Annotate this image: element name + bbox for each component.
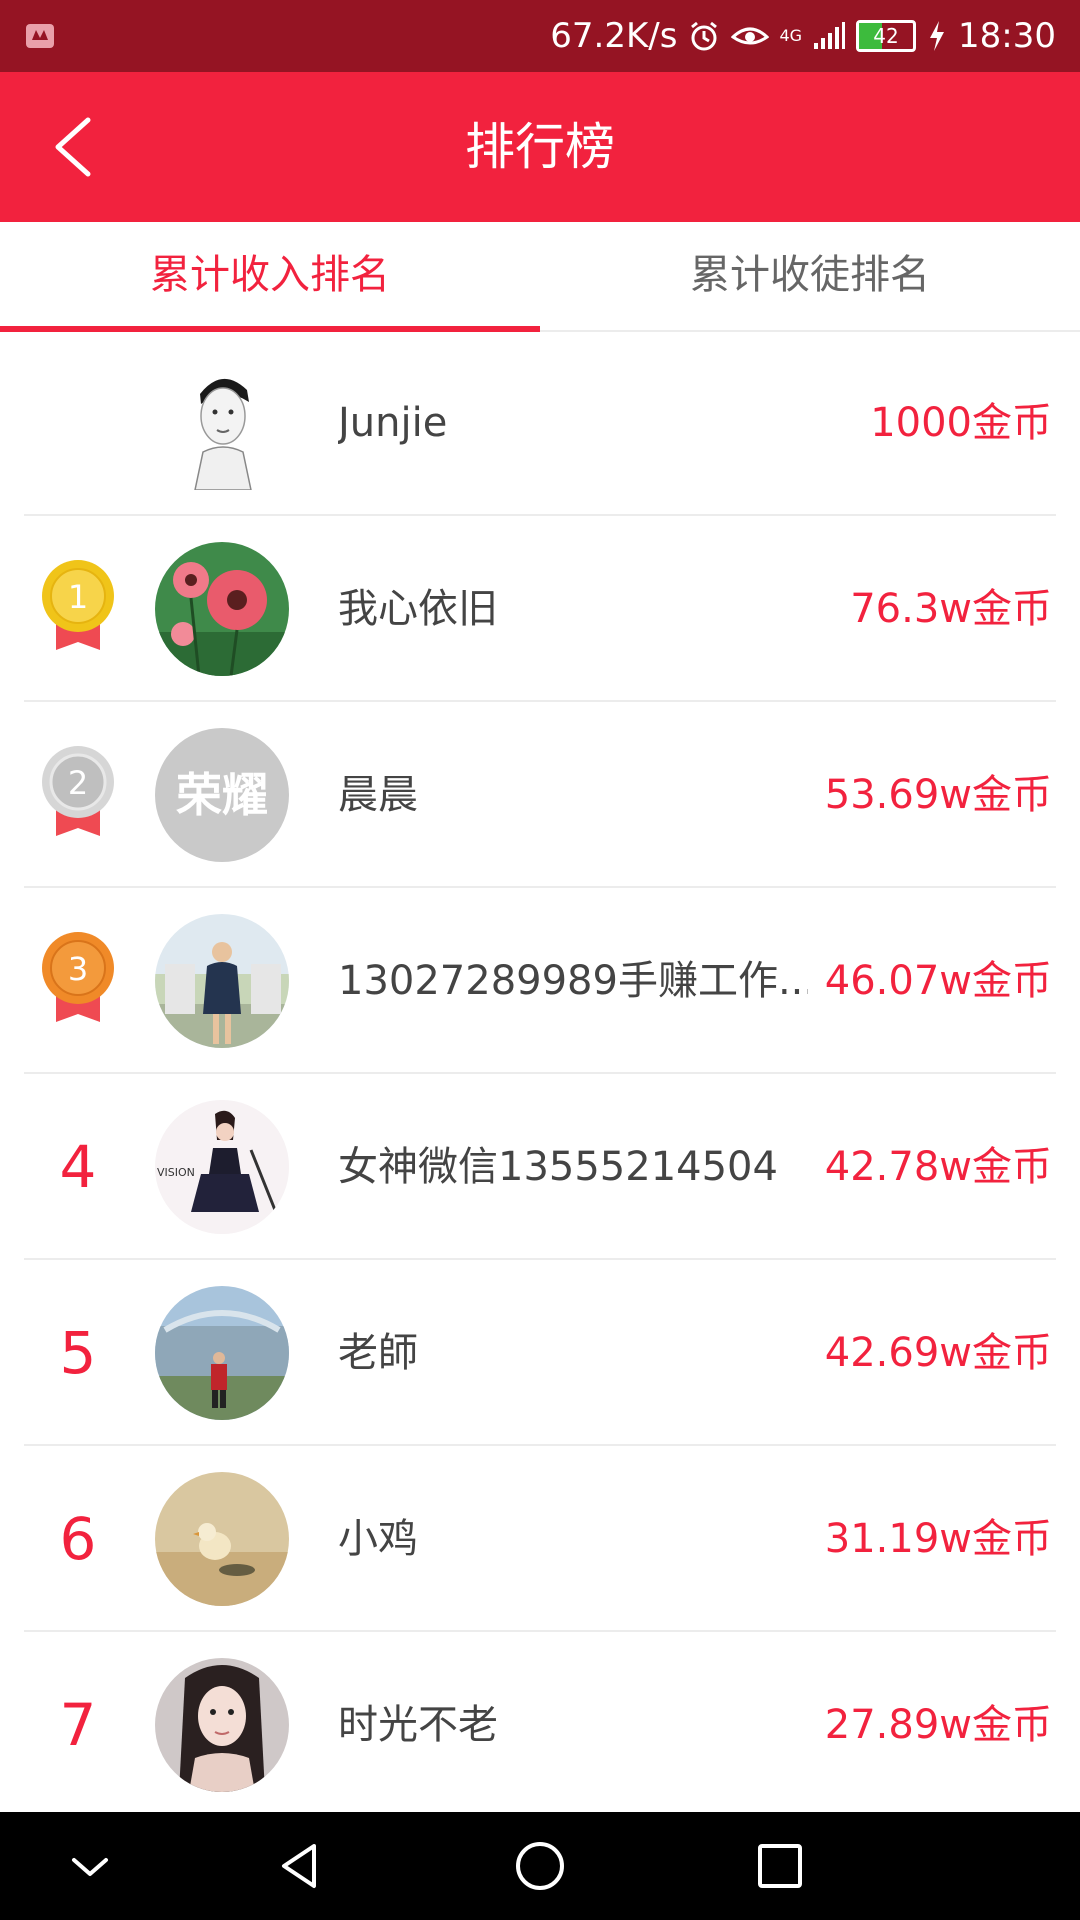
status-right: 67.2K/s 4G 42 18:30 [550, 0, 1056, 72]
battery-icon: 42 [856, 20, 917, 52]
eye-icon [731, 27, 770, 45]
tab-label: 累计收徒排名 [690, 252, 930, 298]
rank-slot: 7 [38, 1632, 118, 1818]
ranking-row[interactable]: 7 时光不老 27.89w金币 [0, 1632, 1080, 1818]
home-circle-icon[interactable] [510, 1836, 570, 1896]
tab-apprentice-ranking[interactable]: 累计收徒排名 [540, 222, 1080, 330]
username: 13027289989手赚工作... [338, 958, 808, 1004]
screen: 67.2K/s 4G 42 18:30 排行榜 累计收入排名 累计收徒排名 Ju… [0, 0, 1080, 1920]
username: 女神微信13555214504 [338, 1144, 778, 1190]
network-type-label: 4G [779, 26, 803, 45]
rank-number: 6 [59, 1505, 97, 1573]
charging-icon [930, 21, 945, 51]
tab-income-ranking[interactable]: 累计收入排名 [0, 222, 540, 330]
username: 时光不老 [338, 1702, 498, 1748]
username: 我心依旧 [338, 586, 498, 632]
ranking-row[interactable]: 4 VISION 女神微信13555214504 42.78w金币 [0, 1074, 1080, 1260]
huawei-icon [26, 24, 54, 48]
ranking-row[interactable]: 1 我心依旧 76.3w金币 [0, 516, 1080, 702]
signal-icon [814, 22, 846, 49]
avatar-woman-portrait-image [155, 1658, 289, 1792]
coin-amount: 27.89w金币 [824, 1702, 1052, 1748]
back-triangle-icon[interactable] [270, 1836, 330, 1896]
coin-amount: 42.78w金币 [824, 1144, 1052, 1190]
avatar [155, 914, 289, 1048]
clock: 18:30 [958, 16, 1056, 56]
coin-amount: 76.3w金币 [850, 586, 1052, 632]
bronze-medal-icon: 3 [42, 932, 114, 1022]
medal-number: 2 [68, 764, 88, 802]
avatar-caption: VISION [157, 1166, 195, 1179]
status-bar: 67.2K/s 4G 42 18:30 [0, 0, 1080, 72]
avatar-chick-image [155, 1472, 289, 1606]
ranking-row[interactable]: 5 老師 42.69w金币 [0, 1260, 1080, 1446]
avatar: 荣耀 [155, 728, 289, 862]
username: 晨晨 [338, 772, 418, 818]
avatar-woman-dress-image: VISION [155, 1100, 289, 1234]
avatar-portrait-image [155, 356, 289, 490]
ranking-row[interactable]: 2 荣耀 晨晨 53.69w金币 [0, 702, 1080, 888]
avatar [155, 542, 289, 676]
avatar [155, 1286, 289, 1420]
alarm-icon [691, 21, 718, 51]
rank-number: 7 [59, 1691, 97, 1759]
coin-amount: 42.69w金币 [824, 1330, 1052, 1376]
avatar-person-outdoor-image [155, 914, 289, 1048]
tab-label: 累计收入排名 [150, 252, 390, 298]
rank-slot: 4 [38, 1074, 118, 1260]
collapse-icon[interactable] [60, 1836, 120, 1896]
system-nav-bar [0, 1812, 1080, 1920]
app-bar: 排行榜 [0, 72, 1080, 222]
rank-slot: 5 [38, 1260, 118, 1446]
avatar-text: 荣耀 [176, 768, 268, 822]
coin-amount: 46.07w金币 [824, 958, 1052, 1004]
network-type: 4G [779, 28, 802, 44]
coin-amount: 53.69w金币 [824, 772, 1052, 818]
medal-number: 3 [68, 950, 88, 988]
ranking-row-self[interactable]: Junjie 1000金币 [0, 330, 1080, 516]
page-title: 排行榜 [465, 118, 615, 176]
rank-slot: 1 [38, 516, 118, 702]
rank-slot: 2 [38, 702, 118, 888]
rank-slot: 3 [38, 888, 118, 1074]
avatar-man-building-image [155, 1286, 289, 1420]
silver-medal-icon: 2 [42, 746, 114, 836]
coin-amount: 31.19w金币 [824, 1516, 1052, 1562]
ranking-row[interactable]: 6 小鸡 31.19w金币 [0, 1446, 1080, 1632]
ranking-row[interactable]: 3 13027289989手赚工作... 46.07w金币 [0, 888, 1080, 1074]
network-speed: 67.2K/s [550, 16, 678, 56]
medal-number: 1 [68, 578, 88, 616]
avatar-flower-image [155, 542, 289, 676]
rank-slot [38, 330, 118, 516]
rank-number: 5 [59, 1319, 97, 1387]
avatar [155, 356, 289, 490]
tab-bar: 累计收入排名 累计收徒排名 [0, 222, 1080, 332]
username: 老師 [338, 1330, 418, 1376]
avatar [155, 1658, 289, 1792]
battery-level: 42 [873, 24, 899, 48]
rank-number: 4 [59, 1133, 97, 1201]
avatar: VISION [155, 1100, 289, 1234]
gold-medal-icon: 1 [42, 560, 114, 650]
coin-amount: 1000金币 [870, 400, 1052, 446]
avatar [155, 1472, 289, 1606]
username: Junjie [338, 400, 448, 446]
rank-slot: 6 [38, 1446, 118, 1632]
username: 小鸡 [338, 1516, 418, 1562]
recents-square-icon[interactable] [750, 1836, 810, 1896]
